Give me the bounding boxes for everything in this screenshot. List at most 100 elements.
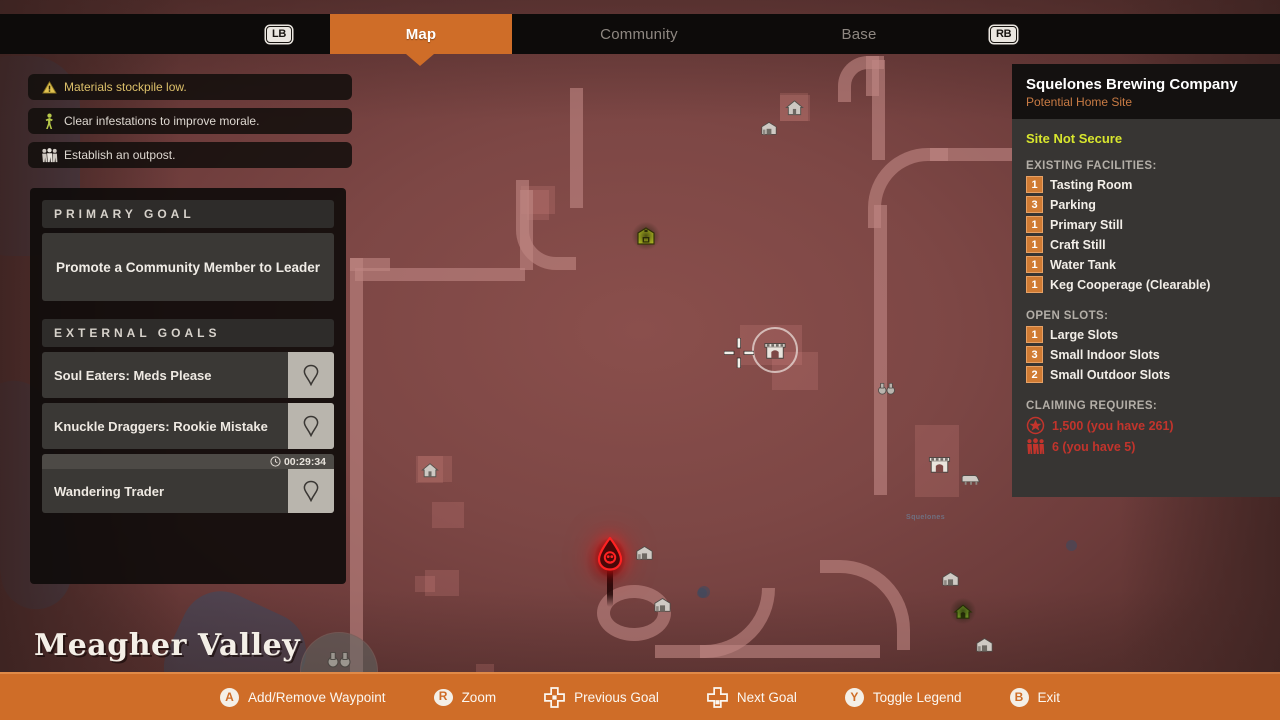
- warehouse-icon[interactable]: [650, 592, 674, 616]
- home-base-icon[interactable]: [630, 220, 662, 252]
- notification-item[interactable]: Establish an outpost.: [28, 142, 352, 168]
- warehouse-icon[interactable]: [972, 632, 996, 656]
- notification-item[interactable]: Materials stockpile low.: [28, 74, 352, 100]
- slot-row: 1 Large Slots: [1026, 326, 1266, 343]
- site-info-panel: Squelones Brewing Company Potential Home…: [1012, 64, 1280, 497]
- site-subtitle: Potential Home Site: [1026, 95, 1133, 109]
- action-label: Toggle Legend: [872, 689, 962, 705]
- external-goal-row[interactable]: Wandering Trader: [42, 469, 334, 513]
- requirement-row: 6 (you have 5): [1026, 438, 1266, 455]
- external-goal-item-timed[interactable]: 00:29:34 Wandering Trader: [42, 454, 334, 513]
- action-next-goal[interactable]: Next Goal: [706, 686, 797, 708]
- waypoint-pin-icon[interactable]: [288, 403, 334, 449]
- waypoint-pin-icon[interactable]: [288, 352, 334, 398]
- road-segment: [874, 205, 887, 495]
- facility-name: Keg Cooperage (Clearable): [1050, 277, 1211, 292]
- facility-name: Parking: [1050, 197, 1096, 212]
- house-icon[interactable]: [780, 93, 808, 121]
- external-goal-label: Wandering Trader: [54, 483, 165, 499]
- map-street-label: Squelones: [906, 514, 945, 521]
- infestation-person-icon: [38, 113, 60, 129]
- external-goal-item[interactable]: Knuckle Draggers: Rookie Mistake: [42, 403, 334, 449]
- left-bumper-button[interactable]: LB: [266, 25, 293, 43]
- tab-active-arrow: [406, 54, 434, 66]
- tab-community[interactable]: Community: [548, 14, 730, 54]
- right-bumper-button[interactable]: RB: [990, 25, 1018, 43]
- region-title: Meagher Valley: [34, 628, 301, 663]
- primary-goal-header: PRIMARY GOAL: [42, 200, 334, 228]
- action-add-remove-waypoint[interactable]: A Add/Remove Waypoint: [219, 687, 386, 707]
- city-block: [432, 502, 464, 528]
- requirement-text: 1,500 (you have 261): [1052, 418, 1174, 433]
- house-icon[interactable]: [416, 456, 443, 483]
- facility-count: 1: [1026, 236, 1043, 253]
- slot-count: 2: [1026, 366, 1043, 383]
- external-goals-header: EXTERNAL GOALS: [42, 319, 334, 347]
- shop-icon[interactable]: [924, 449, 954, 479]
- action-label: Previous Goal: [574, 689, 659, 705]
- slot-name: Large Slots: [1050, 327, 1119, 342]
- primary-goal-text: Promote a Community Member to Leader: [42, 233, 334, 301]
- map-cursor-crosshair[interactable]: [724, 338, 754, 368]
- notification-list: Materials stockpile low. Clear infestati…: [28, 74, 352, 176]
- action-label: Add/Remove Waypoint: [247, 689, 386, 705]
- plague-heart-icon[interactable]: [597, 537, 623, 571]
- slot-name: Small Indoor Slots: [1050, 347, 1160, 362]
- warehouse-icon[interactable]: [760, 120, 778, 136]
- warning-triangle-icon: [38, 80, 60, 94]
- action-label: Next Goal: [736, 689, 797, 705]
- action-zoom[interactable]: R Zoom: [433, 688, 497, 706]
- site-title: Squelones Brewing Company: [1026, 76, 1238, 93]
- dpad-left-icon: [544, 686, 565, 708]
- external-goal-label: Knuckle Draggers: Rookie Mistake: [54, 418, 268, 434]
- tab-map[interactable]: Map: [330, 14, 512, 54]
- plague-heart-drip: [607, 565, 613, 607]
- compass-binoculars-icon: [327, 651, 351, 669]
- facility-count: 1: [1026, 176, 1043, 193]
- facility-row: 1 Craft Still: [1026, 236, 1266, 253]
- facility-count: 1: [1026, 216, 1043, 233]
- requirement-row: 1,500 (you have 261): [1026, 416, 1266, 435]
- button-y-icon: Y: [844, 687, 864, 707]
- survey-point-icon[interactable]: [876, 379, 896, 399]
- vehicle-icon[interactable]: [958, 470, 984, 490]
- action-toggle-legend[interactable]: Y Toggle Legend: [844, 687, 962, 707]
- external-goal-item[interactable]: Soul Eaters: Meds Please: [42, 352, 334, 398]
- facility-row: 1 Tasting Room: [1026, 176, 1266, 193]
- slot-count: 1: [1026, 326, 1043, 343]
- action-bar: A Add/Remove Waypoint R Zoom Previous Go…: [0, 672, 1280, 720]
- site-status-text: Site Not Secure: [1026, 131, 1123, 146]
- claiming-requires-header: CLAIMING REQUIRES:: [1026, 400, 1158, 412]
- tab-base[interactable]: Base: [768, 14, 950, 54]
- open-slots-header: OPEN SLOTS:: [1026, 310, 1109, 322]
- group-people-icon: [38, 147, 60, 163]
- goal-timer-bar: 00:29:34: [42, 454, 334, 469]
- waypoint-pin-icon[interactable]: [288, 469, 334, 513]
- facility-row: 1 Water Tank: [1026, 256, 1266, 273]
- population-people-icon: [1026, 438, 1045, 455]
- action-label: Zoom: [461, 689, 497, 705]
- notification-item[interactable]: Clear infestations to improve morale.: [28, 108, 352, 134]
- button-r-stick-icon: R: [433, 688, 453, 706]
- action-previous-goal[interactable]: Previous Goal: [544, 686, 659, 708]
- slot-name: Small Outdoor Slots: [1050, 367, 1171, 382]
- outpost-icon[interactable]: [948, 596, 978, 626]
- slot-count: 3: [1026, 346, 1043, 363]
- notification-text: Establish an outpost.: [64, 148, 176, 162]
- facility-name: Water Tank: [1050, 257, 1116, 272]
- selected-building-icon[interactable]: [762, 337, 788, 363]
- facility-count: 1: [1026, 256, 1043, 273]
- action-label: Exit: [1037, 689, 1061, 705]
- game-map-screen: Squelones LB RB Map Community Base Mater…: [0, 0, 1280, 720]
- facility-count: 3: [1026, 196, 1043, 213]
- clock-icon: [270, 456, 281, 467]
- warehouse-icon[interactable]: [938, 566, 962, 590]
- road-segment: [350, 258, 363, 678]
- goal-timer-value: 00:29:34: [283, 455, 326, 468]
- action-exit[interactable]: B Exit: [1009, 687, 1061, 707]
- city-block: [415, 576, 435, 592]
- existing-facilities-header: EXISTING FACILITIES:: [1026, 160, 1157, 172]
- tab-map-label: Map: [405, 25, 437, 43]
- warehouse-icon[interactable]: [632, 540, 656, 564]
- requirement-text: 6 (you have 5): [1052, 439, 1136, 454]
